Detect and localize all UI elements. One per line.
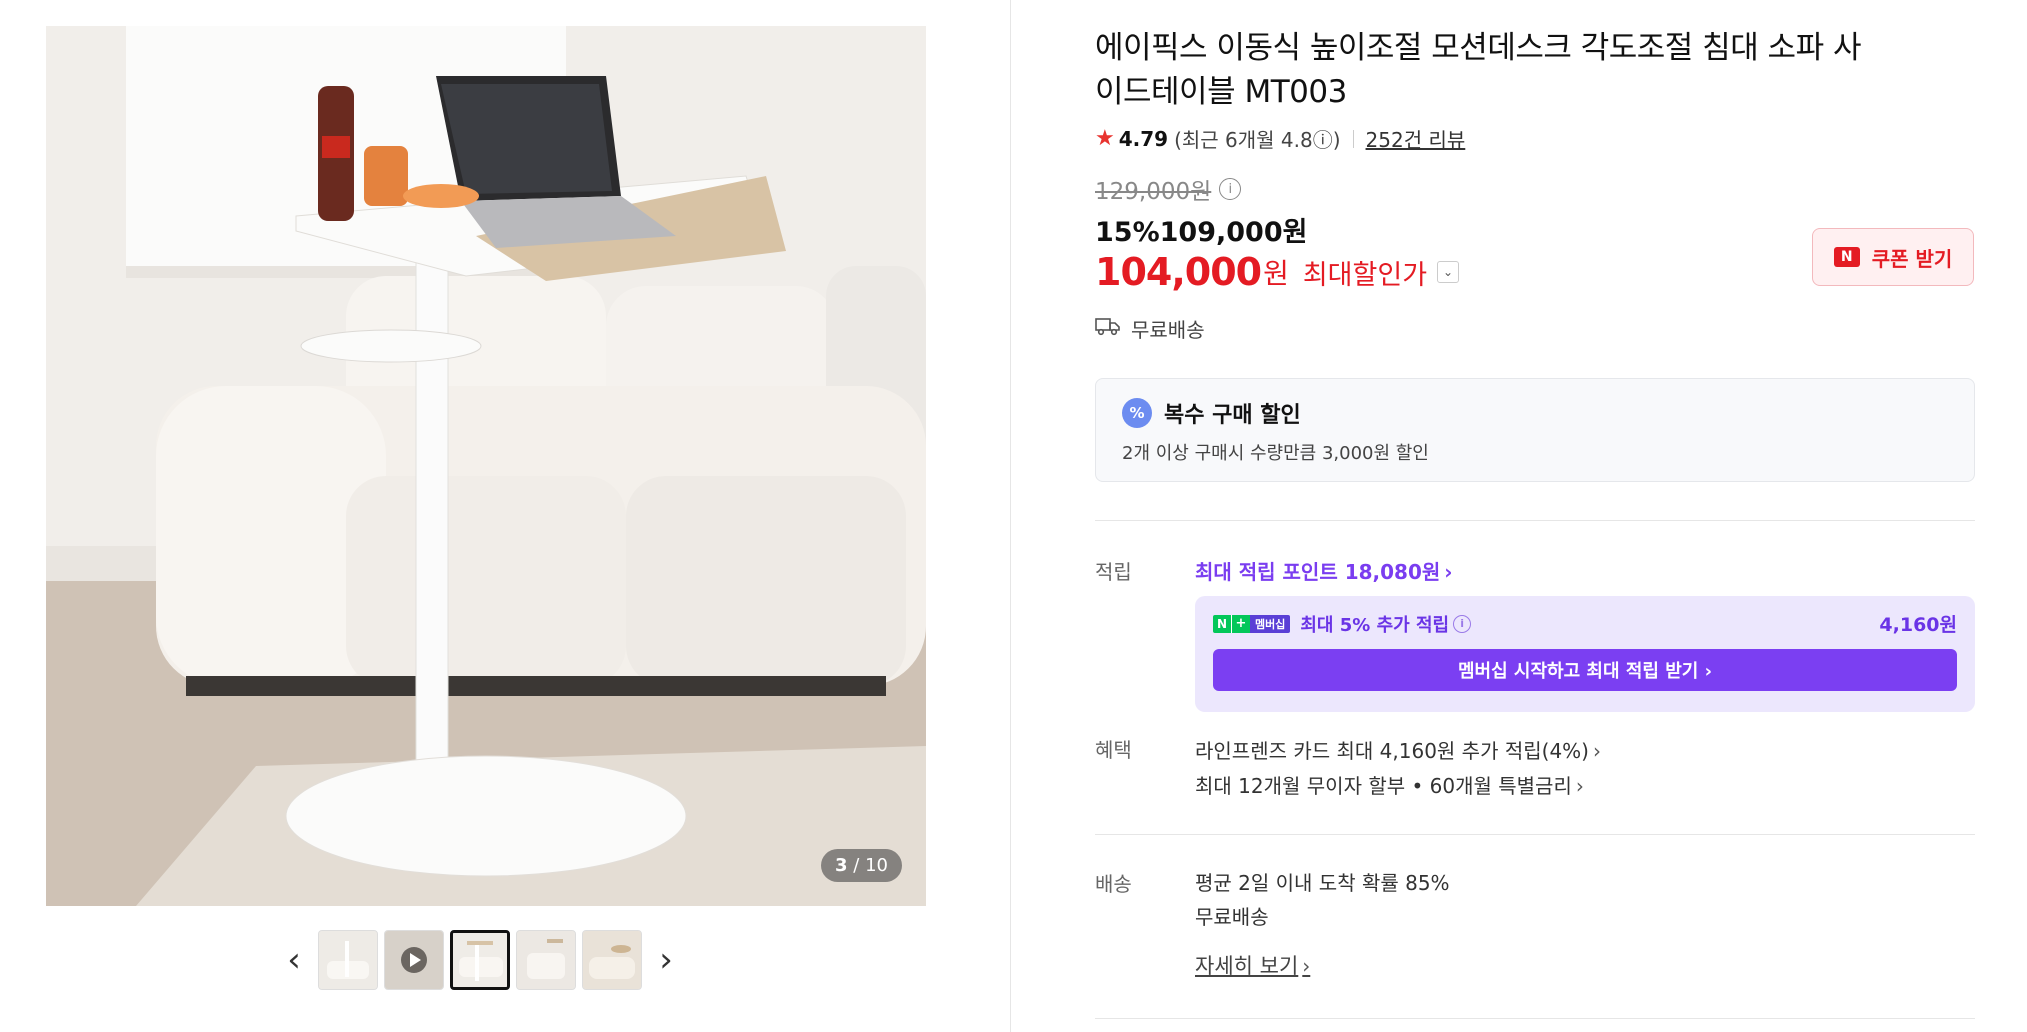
membership-amount: 4,160원 bbox=[1879, 614, 1957, 636]
product-gallery: 3 / 10 ‹ › bbox=[0, 0, 1010, 1032]
coupon-button-label: 쿠폰 받기 bbox=[1871, 246, 1953, 271]
chevron-right-icon: › bbox=[1302, 954, 1311, 978]
sale-price: 109,000원 bbox=[1159, 217, 1308, 248]
next-image-button[interactable]: › bbox=[648, 940, 684, 980]
delivery-label: 배송 bbox=[1095, 872, 1132, 896]
shipping-row: 무료배송 bbox=[1095, 314, 1205, 343]
delivery-detail-link[interactable]: 자세히 보기 › bbox=[1195, 950, 1310, 980]
chevron-right-icon: › bbox=[1575, 774, 1584, 798]
free-shipping-text: 무료배송 bbox=[1131, 318, 1205, 342]
divider-2 bbox=[1095, 834, 1975, 835]
price-info-icon[interactable]: i bbox=[1219, 178, 1242, 200]
points-label: 적립 bbox=[1095, 560, 1132, 584]
divider-1 bbox=[1095, 520, 1975, 521]
product-main-image[interactable]: 3 / 10 bbox=[46, 26, 926, 906]
max-discount-price: 104,000 bbox=[1095, 250, 1262, 294]
max-points-link[interactable]: 최대 적립 포인트 18,080원 › bbox=[1195, 556, 1453, 585]
multi-discount-desc: 2개 이상 구매시 수량만큼 3,000원 할인 bbox=[1122, 443, 1429, 464]
chevron-right-icon: › bbox=[1592, 739, 1601, 763]
multi-purchase-discount-box: % 복수 구매 할인 2개 이상 구매시 수량만큼 3,000원 할인 bbox=[1095, 378, 1975, 482]
max-discount-label: 최대할인가 bbox=[1302, 259, 1428, 291]
max-discount-row[interactable]: 104,000 원 최대할인가 ⌄ bbox=[1095, 250, 1460, 294]
thumbnail-2-video[interactable] bbox=[384, 930, 444, 990]
coupon-button[interactable]: N 쿠폰 받기 bbox=[1812, 228, 1974, 286]
max-price-unit: 원 bbox=[1263, 257, 1289, 290]
benefits-label: 혜택 bbox=[1095, 738, 1132, 762]
product-photo-illustration bbox=[46, 26, 926, 906]
benefits-list: 라인프렌즈 카드 최대 4,160원 추가 적립(4%) › 최대 12개월 무이… bbox=[1195, 734, 1601, 804]
rating-separator bbox=[1352, 129, 1354, 148]
sale-percent: 15% bbox=[1095, 217, 1160, 248]
sale-price-row: 15%109,000원 bbox=[1095, 210, 1307, 249]
review-count-link[interactable]: 252건 리뷰 bbox=[1366, 124, 1466, 153]
product-title: 에이픽스 이동식 높이조절 모션데스크 각도조절 침대 소파 사이드테이블 MT… bbox=[1095, 30, 1861, 110]
membership-box: N + 멤버십 최대 5% 추가 적립 i 4,160원 멤버십 시작하고 최대 적… bbox=[1195, 596, 1975, 712]
membership-extra-points: 최대 5% 추가 적립 bbox=[1300, 614, 1450, 636]
percent-badge-icon: % bbox=[1122, 398, 1152, 428]
thumbnail-strip: ‹ › bbox=[276, 930, 684, 990]
prev-image-button[interactable]: ‹ bbox=[276, 940, 312, 980]
naver-n-icon: N bbox=[1833, 247, 1860, 267]
start-membership-button[interactable]: 멤버십 시작하고 최대 적립 받기 › bbox=[1213, 649, 1957, 691]
thumbnail-3-active[interactable] bbox=[450, 930, 510, 990]
thumbnail-1[interactable] bbox=[318, 930, 378, 990]
installment-benefit-link[interactable]: 최대 12개월 무이자 할부 • 60개월 특별금리 › bbox=[1195, 769, 1601, 804]
original-price: 129,000원 i bbox=[1095, 172, 1242, 206]
delivery-free: 무료배송 bbox=[1195, 905, 1269, 929]
thumbnail-5[interactable] bbox=[582, 930, 642, 990]
column-divider bbox=[1010, 0, 1011, 1032]
delivery-info: 평균 2일 이내 도착 확률 85% 무료배송 bbox=[1195, 866, 1450, 934]
truck-icon bbox=[1095, 316, 1121, 341]
naver-plus-membership-badge: N + 멤버십 bbox=[1213, 614, 1291, 633]
delivery-arrival-rate: 평균 2일 이내 도착 확률 85% bbox=[1195, 871, 1450, 895]
thumbnail-4[interactable] bbox=[516, 930, 576, 990]
star-icon: ★ bbox=[1095, 126, 1115, 151]
multi-discount-title: 복수 구매 할인 bbox=[1164, 403, 1301, 428]
chevron-down-icon[interactable]: ⌄ bbox=[1437, 261, 1460, 283]
rating-row: ★ 4.79 (최근 6개월 4.8ⓘ) 252건 리뷰 bbox=[1095, 124, 1465, 153]
card-benefit-link[interactable]: 라인프렌즈 카드 최대 4,160원 추가 적립(4%) › bbox=[1195, 734, 1601, 769]
chevron-right-icon: › bbox=[1444, 560, 1453, 584]
divider-3 bbox=[1095, 1018, 1975, 1019]
membership-info-icon[interactable]: i bbox=[1453, 614, 1472, 633]
image-counter: 3 / 10 bbox=[821, 849, 902, 882]
rating-value: 4.79 bbox=[1118, 126, 1169, 151]
rating-recent[interactable]: (최근 6개월 4.8ⓘ) bbox=[1174, 124, 1340, 153]
